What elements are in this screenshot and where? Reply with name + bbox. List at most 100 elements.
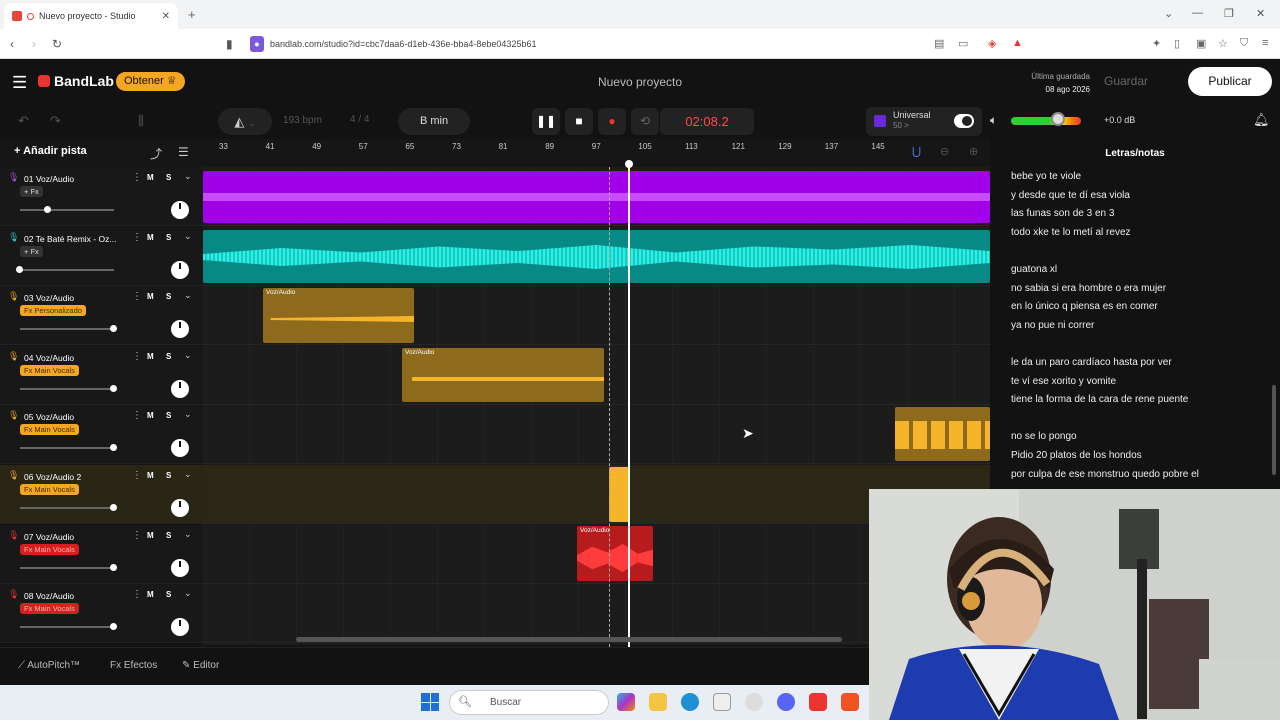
lyric-line[interactable]: por culpa de ese monstruo quedo pobre el	[1011, 469, 1199, 480]
time-signature[interactable]: 4 / 4	[350, 114, 369, 125]
obs-icon[interactable]	[745, 693, 763, 711]
track-volume-slider[interactable]	[20, 268, 114, 271]
track-options-icon[interactable]: ⋮	[132, 410, 142, 421]
track-header[interactable]: 🎙︎ 02 Te Baté Remix - Oz... ⋮ M S ⌄ + Fx	[0, 226, 203, 286]
chevron-down-icon[interactable]: ⌄	[184, 588, 192, 599]
track-volume-knob[interactable]	[110, 504, 117, 511]
track-volume-knob[interactable]	[110, 563, 117, 571]
solo-button[interactable]: S	[166, 233, 171, 242]
solo-button[interactable]: S	[166, 531, 171, 540]
track-name[interactable]: 03 Voz/Audio	[24, 293, 124, 303]
instrument-toggle[interactable]	[954, 114, 974, 128]
track-pan-knob[interactable]	[171, 499, 189, 517]
mute-button[interactable]: M	[147, 292, 154, 301]
add-track-button[interactable]: + Añadir pista	[14, 145, 87, 157]
vpn-icon[interactable]: ⛉	[1240, 37, 1248, 50]
zoom-in-icon[interactable]: ⊕	[969, 145, 978, 158]
track-header[interactable]: 🎙︎ 07 Voz/Audio ⋮ M S ⌄ Fx Main Vocals	[0, 524, 203, 584]
track-options-icon[interactable]: ⋮	[132, 351, 142, 362]
chevron-down-icon[interactable]: ⌄	[184, 469, 192, 480]
timeline-ruler[interactable]: 33 41 49 57 65 73 81 89 97 105 113 121 129 137 145 ⋃ ⊖…	[203, 139, 990, 167]
track-volume-knob[interactable]	[110, 444, 117, 452]
reader-icon[interactable]: ▤	[934, 37, 944, 50]
chevron-down-icon[interactable]: ⌄	[184, 350, 192, 361]
track-name[interactable]: 06 Voz/Audio 2	[24, 472, 124, 482]
new-tab-button[interactable]: +	[188, 7, 196, 22]
instrument-selector[interactable]: Universal 50 >	[866, 107, 982, 136]
playhead[interactable]	[628, 163, 630, 647]
track-name[interactable]: 05 Voz/Audio	[24, 412, 124, 422]
track-options-icon[interactable]: ⋮	[132, 530, 142, 541]
lyric-line[interactable]: te ví ese xorito y vomite	[1011, 376, 1116, 387]
mixer-icon[interactable]: ⫼	[138, 113, 144, 129]
brave-rewards-icon[interactable]: ▲	[1012, 37, 1023, 49]
publish-button[interactable]: Publicar	[1188, 67, 1272, 96]
lyrics-panel[interactable]: Letras/notas bebe yo te viole y desde que…	[990, 139, 1280, 489]
get-membership-button[interactable]: Obtener ♕	[116, 72, 185, 91]
tab-search-icon[interactable]: ⌄	[1164, 7, 1173, 20]
lyric-line[interactable]: en lo único q piensa es en comer	[1011, 301, 1158, 312]
clip-track-01[interactable]	[203, 171, 990, 223]
lyric-line[interactable]: guatona xl	[1011, 264, 1057, 275]
solo-button[interactable]: S	[166, 590, 171, 599]
track-volume-slider[interactable]	[20, 626, 114, 629]
brave-icon[interactable]	[841, 693, 859, 711]
track-name[interactable]: 07 Voz/Audio	[24, 532, 124, 542]
edge-icon[interactable]	[681, 693, 699, 711]
automation-icon[interactable]: ⤴	[150, 145, 162, 162]
hamburger-menu-icon[interactable]: ☰	[12, 73, 27, 93]
mic-permission-icon[interactable]: ●	[250, 36, 264, 52]
track-header[interactable]: 🎙︎ 06 Voz/Audio 2 ⋮ M S ⌄ Fx Main Vocals	[0, 465, 203, 524]
track-fx-button[interactable]: Fx Main Vocals	[20, 364, 79, 376]
mute-button[interactable]: M	[147, 352, 154, 361]
stop-button[interactable]: ■	[565, 108, 593, 135]
zoom-out-icon[interactable]: ⊖	[940, 145, 949, 158]
windows-start-icon[interactable]	[421, 693, 439, 711]
cast-icon[interactable]: ▭	[958, 37, 968, 50]
track-fx-button[interactable]: Fx Main Vocals	[20, 424, 79, 436]
brave-shield-icon[interactable]: ◈	[988, 37, 996, 50]
snap-magnet-icon[interactable]: ⋃	[912, 145, 921, 158]
track-name[interactable]: 02 Te Baté Remix - Oz...	[24, 234, 124, 244]
track-volume-knob[interactable]	[44, 206, 52, 213]
lyric-line[interactable]: no sabia si era hombre o era mujer	[1011, 283, 1166, 294]
track-header[interactable]: 🎙︎ 08 Voz/Audio ⋮ M S ⌄ Fx Main Vocals	[0, 584, 203, 644]
track-volume-slider[interactable]	[20, 447, 114, 450]
wallet-icon[interactable]: ▣	[1196, 37, 1206, 50]
extensions-icon[interactable]: ✦	[1152, 37, 1161, 50]
effects-button[interactable]: Fx Efectos	[110, 660, 157, 671]
track-pan-knob[interactable]	[171, 260, 189, 279]
chevron-down-icon[interactable]: ⌄	[184, 231, 192, 242]
clip-track-06[interactable]	[609, 467, 630, 522]
url-field[interactable]: ● bandlab.com/studio?id=cbc7daa6-d1eb-43…	[250, 35, 930, 53]
track-header[interactable]: 🎙︎ 05 Voz/Audio ⋮ M S ⌄ Fx Main Vocals	[0, 405, 203, 465]
track-pan-knob[interactable]	[171, 618, 189, 637]
mute-button[interactable]: M	[147, 173, 154, 182]
chevron-down-icon[interactable]: ⌄	[184, 290, 192, 301]
solo-button[interactable]: S	[166, 352, 171, 361]
clip-track-05[interactable]	[895, 407, 990, 461]
track-pan-knob[interactable]	[171, 439, 189, 458]
taskbar-search[interactable]: 🔍︎ Buscar	[449, 690, 609, 715]
track-pan-knob[interactable]	[171, 379, 189, 398]
track-volume-slider[interactable]	[20, 328, 114, 331]
lyric-line[interactable]: todo xke te lo metí al revez	[1011, 227, 1131, 238]
bpm-field[interactable]: 193 bpm	[283, 115, 322, 126]
track-volume-knob[interactable]	[110, 325, 117, 333]
lyric-line[interactable]: tiene la forma de la cara de rene puente	[1011, 394, 1188, 405]
undo-icon[interactable]: ↶	[18, 113, 29, 129]
track-name[interactable]: 08 Voz/Audio	[24, 591, 124, 601]
loop-button[interactable]: ⟲	[631, 108, 659, 135]
chevron-down-icon[interactable]: ⌄	[184, 529, 192, 540]
lyrics-scrollbar[interactable]	[1272, 385, 1276, 475]
forward-icon[interactable]: ›	[32, 37, 36, 51]
favorites-icon[interactable]: ☆	[1218, 37, 1228, 50]
track-options-icon[interactable]: ⋮	[132, 232, 142, 243]
restore-icon[interactable]: ❐	[1224, 7, 1234, 20]
speaker-icon[interactable]: 🔈︎	[990, 113, 997, 128]
bandlab-logo[interactable]: BandLab	[38, 73, 114, 89]
track-pan-knob[interactable]	[171, 320, 189, 339]
track-header[interactable]: 🎙︎ 03 Voz/Audio ⋮ M S ⌄ Fx Personalizado	[0, 286, 203, 346]
sidebar-icon[interactable]: ▯	[1174, 37, 1180, 50]
lyric-line[interactable]: las funas son de 3 en 3	[1011, 208, 1114, 219]
